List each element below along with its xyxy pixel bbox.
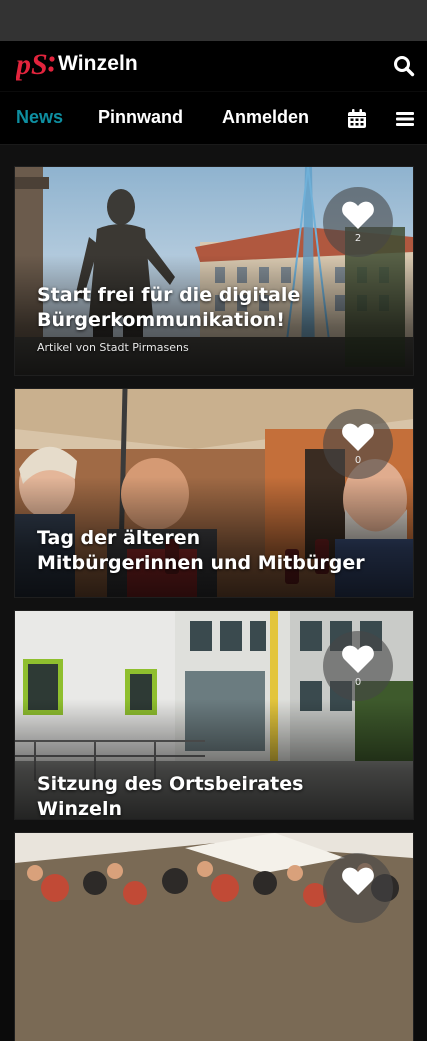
- calendar-button[interactable]: [346, 108, 368, 130]
- heart-icon: [342, 423, 374, 451]
- like-count: 2: [354, 233, 362, 244]
- card-source: Artikel von Stadt Pirmasens: [37, 341, 189, 354]
- heart-icon: [342, 645, 374, 673]
- news-card[interactable]: Start frei für die digitale Bürgerkommun…: [15, 167, 413, 375]
- heart-icon: [342, 867, 374, 895]
- svg-text:pS: pS: [16, 48, 48, 81]
- logo-mark-icon: pS: [16, 48, 55, 81]
- menu-button[interactable]: [394, 108, 416, 130]
- like-count: 0: [354, 455, 362, 466]
- news-card[interactable]: Tag der älteren Mitbürgerinnen und Mitbü…: [15, 389, 413, 597]
- like-count: 0: [354, 677, 362, 688]
- tab-anmelden[interactable]: Anmelden: [222, 107, 309, 128]
- like-button[interactable]: 0: [323, 409, 393, 479]
- hamburger-menu-icon: [396, 112, 414, 126]
- like-button[interactable]: [323, 853, 393, 923]
- card-title[interactable]: Sitzung des Ortsbeirates Winzeln: [37, 772, 373, 819]
- card-title[interactable]: Start frei für die digitale Bürgerkommun…: [37, 283, 373, 333]
- tab-news[interactable]: News: [16, 107, 63, 128]
- calendar-icon: [348, 109, 366, 128]
- news-card[interactable]: Sitzung des Ortsbeirates Winzeln 0: [15, 611, 413, 819]
- heart-icon: [342, 201, 374, 229]
- app-title: Winzeln: [58, 52, 138, 75]
- like-button[interactable]: 2: [323, 187, 393, 257]
- like-button[interactable]: 0: [323, 631, 393, 701]
- status-bar: [0, 0, 427, 41]
- tab-pinnwand[interactable]: Pinnwand: [98, 107, 183, 128]
- search-icon: [394, 56, 415, 77]
- card-title[interactable]: Tag der älteren Mitbürgerinnen und Mitbü…: [37, 526, 373, 576]
- news-card[interactable]: [15, 833, 413, 1041]
- search-button[interactable]: [391, 53, 417, 79]
- app-logo[interactable]: pS Winzeln: [16, 46, 138, 82]
